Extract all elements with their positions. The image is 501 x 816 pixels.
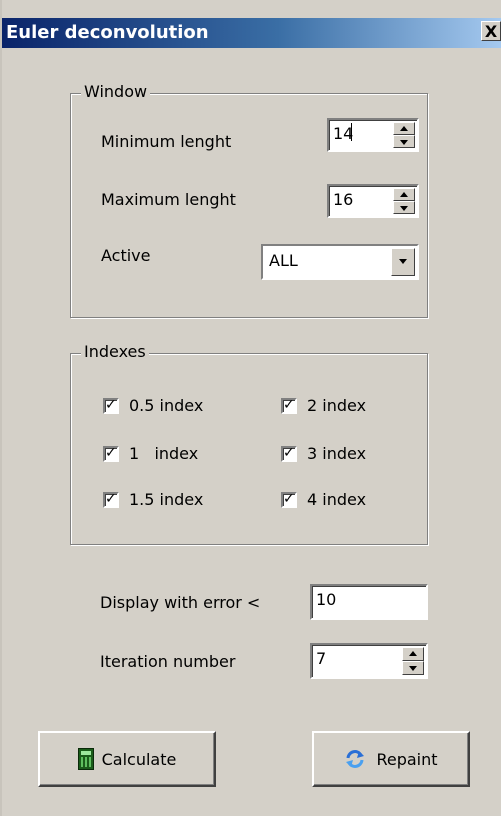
index-1-5-checkbox[interactable]: ✓ 1.5 index: [103, 490, 203, 509]
max-length-value[interactable]: 16: [333, 190, 353, 209]
close-icon: X: [484, 22, 498, 41]
arrow-up-icon: [400, 126, 408, 131]
calculate-button-label: Calculate: [101, 749, 177, 769]
active-value: ALL: [269, 251, 298, 270]
window-title: Euler deconvolution: [6, 22, 209, 43]
index-2-checkbox[interactable]: ✓ 2 index: [281, 396, 366, 415]
window-group-legend: Window: [81, 82, 151, 101]
text-caret: [351, 123, 352, 141]
error-threshold-label: Display with error <: [100, 593, 261, 612]
error-threshold-value[interactable]: 10: [316, 590, 336, 609]
calculator-icon: [77, 748, 94, 770]
arrow-down-icon: [400, 206, 408, 211]
checkbox-box[interactable]: ✓: [281, 396, 297, 414]
checkbox-box[interactable]: ✓: [103, 396, 119, 414]
checkmark-icon: ✓: [283, 490, 295, 507]
iteration-up-button[interactable]: [402, 647, 424, 661]
index-4-checkbox[interactable]: ✓ 4 index: [281, 490, 366, 509]
min-length-label: Minimum lenght: [101, 132, 232, 151]
checkmark-icon: ✓: [283, 444, 295, 461]
checkbox-box[interactable]: ✓: [281, 490, 297, 508]
index-1-checkbox[interactable]: ✓ 1 index: [103, 444, 198, 463]
active-label: Active: [101, 246, 151, 265]
checkmark-icon: ✓: [105, 444, 117, 461]
index-3-checkbox[interactable]: ✓ 3 index: [281, 444, 366, 463]
iteration-down-button[interactable]: [402, 661, 424, 675]
checkbox-box[interactable]: ✓: [281, 444, 297, 462]
window-groupbox: Window Minimum lenght 14 Maximum lenght …: [70, 82, 428, 318]
indexes-group-legend: Indexes: [81, 342, 149, 361]
iteration-number-spinner[interactable]: 7: [310, 643, 428, 679]
checkmark-icon: ✓: [105, 396, 117, 413]
min-length-down-button[interactable]: [393, 135, 415, 148]
arrow-up-icon: [409, 651, 417, 656]
checkbox-label: 3 index: [307, 444, 367, 463]
max-length-label: Maximum lenght: [101, 190, 236, 209]
calculate-button[interactable]: Calculate: [38, 731, 216, 787]
checkbox-box[interactable]: ✓: [103, 444, 119, 462]
iteration-number-label: Iteration number: [100, 652, 236, 671]
checkbox-label: 4 index: [307, 490, 367, 509]
max-length-spinner[interactable]: 16: [327, 184, 419, 218]
checkbox-box[interactable]: ✓: [103, 490, 119, 508]
max-length-down-button[interactable]: [393, 201, 415, 214]
close-button[interactable]: X: [481, 21, 501, 41]
arrow-down-icon: [400, 140, 408, 145]
checkmark-icon: ✓: [283, 396, 295, 413]
arrow-down-icon: [409, 666, 417, 671]
index-0-5-checkbox[interactable]: ✓ 0.5 index: [103, 396, 203, 415]
title-bar[interactable]: Euler deconvolution X: [2, 18, 501, 48]
active-dropdown-button[interactable]: [391, 248, 415, 276]
checkbox-label: 2 index: [307, 396, 367, 415]
max-length-up-button[interactable]: [393, 188, 415, 201]
indexes-groupbox: Indexes ✓ 0.5 index ✓ 2 index ✓ 1 index …: [70, 342, 428, 545]
active-dropdown[interactable]: ALL: [261, 244, 419, 280]
iteration-number-value[interactable]: 7: [316, 649, 326, 668]
checkbox-label: 1.5 index: [129, 490, 204, 509]
checkbox-label: 1 index: [129, 444, 199, 463]
refresh-icon: [344, 748, 366, 770]
checkmark-icon: ✓: [105, 490, 117, 507]
error-threshold-input[interactable]: 10: [310, 584, 428, 620]
repaint-button-label: Repaint: [376, 749, 438, 769]
euler-deconvolution-dialog: Euler deconvolution X Window Minimum len…: [0, 0, 501, 816]
checkbox-label: 0.5 index: [129, 396, 204, 415]
min-length-up-button[interactable]: [393, 122, 415, 135]
min-length-spinner[interactable]: 14: [327, 118, 419, 152]
arrow-up-icon: [400, 192, 408, 197]
chevron-down-icon: [399, 259, 407, 264]
repaint-button[interactable]: Repaint: [312, 731, 470, 787]
